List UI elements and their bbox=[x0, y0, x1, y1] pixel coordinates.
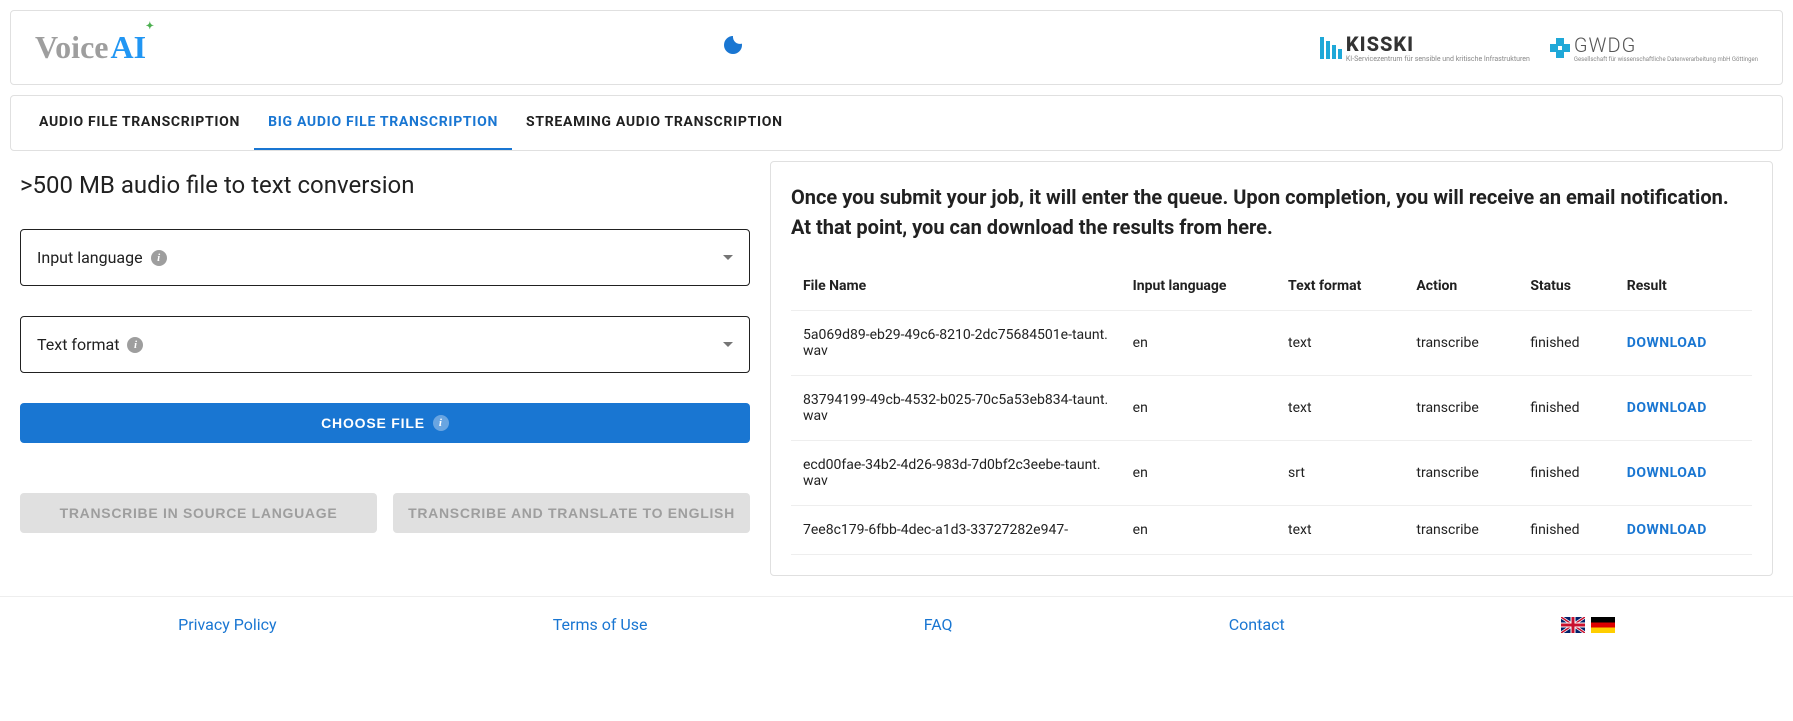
kisski-logo: KISSKI KI-Servicezentrum für sensible un… bbox=[1320, 32, 1530, 63]
footer-privacy-link[interactable]: Privacy Policy bbox=[178, 615, 277, 634]
table-row: 7ee8c179-6fbb-4dec-a1d3-33727282e947-ent… bbox=[791, 506, 1752, 555]
cell-text-format: text bbox=[1276, 376, 1404, 441]
kisski-icon bbox=[1320, 37, 1342, 59]
cell-file-name: 7ee8c179-6fbb-4dec-a1d3-33727282e947- bbox=[791, 506, 1121, 555]
col-input-language: Input language bbox=[1121, 262, 1276, 311]
col-result: Result bbox=[1615, 262, 1752, 311]
cell-text-format: text bbox=[1276, 506, 1404, 555]
info-icon[interactable]: i bbox=[127, 337, 143, 353]
footer: Privacy Policy Terms of Use FAQ Contact bbox=[0, 596, 1793, 652]
input-language-label: Input language bbox=[37, 248, 143, 267]
col-file-name: File Name bbox=[791, 262, 1121, 311]
cell-status: finished bbox=[1518, 376, 1614, 441]
input-language-select[interactable]: Input language i bbox=[20, 229, 750, 286]
logo-text-main: Voice bbox=[35, 29, 108, 66]
text-format-select[interactable]: Text format i bbox=[20, 316, 750, 373]
gwdg-logo: GWDG Gesellschaft für wissenschaftliche … bbox=[1550, 33, 1758, 63]
kisski-label: KISSKI bbox=[1346, 32, 1530, 56]
gwdg-icon bbox=[1550, 38, 1570, 58]
jobs-panel: Once you submit your job, it will enter … bbox=[770, 161, 1773, 576]
dark-mode-toggle-icon[interactable] bbox=[721, 33, 745, 63]
table-row: ecd00fae-34b2-4d26-983d-7d0bf2c3eebe-tau… bbox=[791, 441, 1752, 506]
info-icon[interactable]: i bbox=[151, 250, 167, 266]
tab-bar: AUDIO FILE TRANSCRIPTION BIG AUDIO FILE … bbox=[10, 95, 1783, 151]
main-content: >500 MB audio file to text conversion In… bbox=[0, 161, 1793, 596]
cell-input-language: en bbox=[1121, 506, 1276, 555]
footer-terms-link[interactable]: Terms of Use bbox=[553, 615, 648, 634]
transcribe-translate-button[interactable]: TRANSCRIBE AND TRANSLATE TO ENGLISH bbox=[393, 493, 750, 533]
page-title: >500 MB audio file to text conversion bbox=[20, 171, 750, 199]
cell-action: transcribe bbox=[1404, 311, 1518, 376]
col-action: Action bbox=[1404, 262, 1518, 311]
jobs-table-scroll[interactable]: File Name Input language Text format Act… bbox=[791, 262, 1752, 555]
table-header-row: File Name Input language Text format Act… bbox=[791, 262, 1752, 311]
table-row: 5a069d89-eb29-49c6-8210-2dc75684501e-tau… bbox=[791, 311, 1752, 376]
table-row: 83794199-49cb-4532-b025-70c5a53eb834-tau… bbox=[791, 376, 1752, 441]
upload-panel: >500 MB audio file to text conversion In… bbox=[20, 161, 750, 576]
app-header: VoiceAI KISSKI KI-Servicezentrum für sen… bbox=[10, 10, 1783, 85]
text-format-label: Text format bbox=[37, 335, 119, 354]
flag-uk-icon[interactable] bbox=[1561, 617, 1585, 633]
footer-faq-link[interactable]: FAQ bbox=[924, 615, 953, 634]
language-flags bbox=[1561, 617, 1615, 633]
download-link[interactable]: DOWNLOAD bbox=[1627, 335, 1707, 351]
cell-input-language: en bbox=[1121, 376, 1276, 441]
queue-info-text: Once you submit your job, it will enter … bbox=[791, 182, 1752, 242]
col-text-format: Text format bbox=[1276, 262, 1404, 311]
cell-text-format: text bbox=[1276, 311, 1404, 376]
footer-contact-link[interactable]: Contact bbox=[1229, 615, 1285, 634]
app-logo: VoiceAI bbox=[35, 29, 146, 66]
partner-logos: KISSKI KI-Servicezentrum für sensible un… bbox=[1320, 32, 1758, 63]
cell-text-format: srt bbox=[1276, 441, 1404, 506]
cell-status: finished bbox=[1518, 311, 1614, 376]
cell-action: transcribe bbox=[1404, 506, 1518, 555]
col-status: Status bbox=[1518, 262, 1614, 311]
download-link[interactable]: DOWNLOAD bbox=[1627, 400, 1707, 416]
cell-input-language: en bbox=[1121, 311, 1276, 376]
cell-action: transcribe bbox=[1404, 441, 1518, 506]
download-link[interactable]: DOWNLOAD bbox=[1627, 465, 1707, 481]
chevron-down-icon bbox=[723, 255, 733, 260]
tab-streaming-audio[interactable]: STREAMING AUDIO TRANSCRIPTION bbox=[512, 96, 797, 150]
tab-audio-file[interactable]: AUDIO FILE TRANSCRIPTION bbox=[25, 96, 254, 150]
cell-status: finished bbox=[1518, 506, 1614, 555]
cell-status: finished bbox=[1518, 441, 1614, 506]
cell-file-name: ecd00fae-34b2-4d26-983d-7d0bf2c3eebe-tau… bbox=[791, 441, 1121, 506]
tab-big-audio-file[interactable]: BIG AUDIO FILE TRANSCRIPTION bbox=[254, 96, 512, 150]
cell-action: transcribe bbox=[1404, 376, 1518, 441]
flag-de-icon[interactable] bbox=[1591, 617, 1615, 633]
cell-input-language: en bbox=[1121, 441, 1276, 506]
gwdg-label: GWDG bbox=[1574, 33, 1758, 57]
gwdg-sublabel: Gesellschaft für wissenschaftliche Daten… bbox=[1574, 57, 1758, 63]
download-link[interactable]: DOWNLOAD bbox=[1627, 522, 1707, 538]
jobs-table: File Name Input language Text format Act… bbox=[791, 262, 1752, 555]
choose-file-label: CHOOSE FILE bbox=[321, 415, 425, 431]
cell-file-name: 5a069d89-eb29-49c6-8210-2dc75684501e-tau… bbox=[791, 311, 1121, 376]
choose-file-button[interactable]: CHOOSE FILE i bbox=[20, 403, 750, 443]
chevron-down-icon bbox=[723, 342, 733, 347]
logo-text-accent: AI bbox=[110, 29, 146, 66]
cell-file-name: 83794199-49cb-4532-b025-70c5a53eb834-tau… bbox=[791, 376, 1121, 441]
info-icon: i bbox=[433, 415, 449, 431]
kisski-sublabel: KI-Servicezentrum für sensible und kriti… bbox=[1346, 56, 1530, 63]
action-buttons: TRANSCRIBE IN SOURCE LANGUAGE TRANSCRIBE… bbox=[20, 493, 750, 533]
transcribe-source-button[interactable]: TRANSCRIBE IN SOURCE LANGUAGE bbox=[20, 493, 377, 533]
